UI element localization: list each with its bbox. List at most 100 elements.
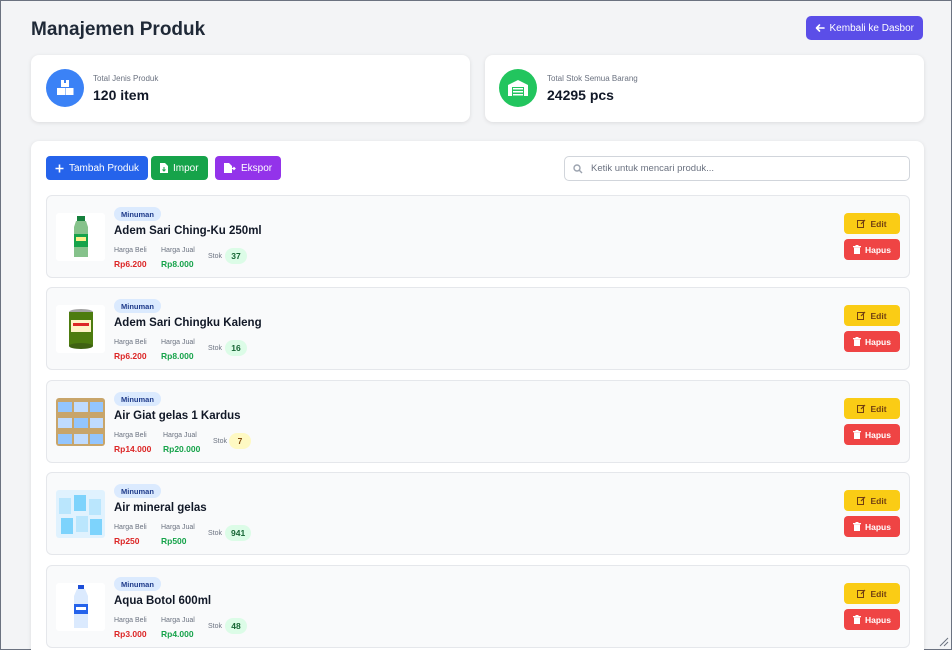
page-header: Manajemen Produk Kembali ke Dasbor (31, 16, 923, 43)
edit-label: Edit (870, 218, 887, 229)
sell-price: Rp4.000 (161, 629, 194, 639)
stock-label: Stok (213, 438, 228, 445)
warehouse-icon (499, 69, 537, 107)
stat-card-product-types: Total Jenis Produk 120 item (31, 55, 470, 122)
plus-icon (55, 164, 64, 172)
back-to-dashboard-button[interactable]: Kembali ke Dasbor (805, 16, 923, 40)
buy-price-label: Harga Beli (114, 339, 147, 346)
sell-price-label: Harga Jual (161, 524, 195, 531)
product-item: Minuman Adem Sari Chingku Kaleng Harga B… (46, 287, 910, 370)
buy-price-label: Harga Beli (114, 247, 147, 254)
trash-icon (853, 522, 861, 531)
stock-label: Stok (208, 530, 223, 537)
delete-label: Hapus (865, 521, 891, 532)
sell-price: Rp20.000 (163, 444, 201, 454)
trash-icon (853, 245, 861, 254)
edit-icon (857, 496, 866, 505)
product-name: Adem Sari Chingku Kaleng (114, 317, 262, 329)
search-icon (573, 163, 583, 173)
category-badge: Minuman (114, 484, 161, 498)
file-export-icon (224, 163, 236, 173)
stat-value: 24295 pcs (547, 87, 614, 103)
product-image (56, 398, 105, 446)
category-badge: Minuman (114, 299, 161, 313)
export-button[interactable]: Ekspor (215, 156, 282, 180)
delete-button[interactable]: Hapus (844, 331, 900, 352)
product-name: Aqua Botol 600ml (114, 595, 212, 607)
buy-price-label: Harga Beli (114, 524, 147, 531)
file-import-icon (160, 163, 168, 173)
edit-label: Edit (870, 403, 887, 414)
category-badge: Minuman (114, 577, 161, 591)
edit-button[interactable]: Edit (844, 583, 900, 604)
sell-price-label: Harga Jual (163, 432, 197, 439)
product-image (56, 213, 105, 261)
import-button[interactable]: Impor (151, 156, 208, 180)
stock-badge: 7 (229, 433, 251, 449)
edit-button[interactable]: Edit (844, 213, 900, 234)
resize-handle-icon[interactable] (939, 637, 949, 647)
product-list-card: Tambah Produk Impor Ekspor Minuman Adem … (31, 141, 924, 650)
edit-button[interactable]: Edit (844, 305, 900, 326)
trash-icon (853, 337, 861, 346)
sell-price: Rp500 (161, 536, 187, 546)
sell-price: Rp8.000 (161, 351, 194, 361)
category-badge: Minuman (114, 207, 161, 221)
buy-price: Rp6.200 (114, 351, 147, 361)
stock-label: Stok (208, 623, 223, 630)
product-name: Air Giat gelas 1 Kardus (114, 410, 241, 422)
stock-badge: 37 (225, 248, 247, 264)
buy-price: Rp14.000 (114, 444, 152, 454)
delete-button[interactable]: Hapus (844, 609, 900, 630)
add-product-label: Tambah Produk (69, 162, 140, 174)
edit-icon (857, 311, 866, 320)
stat-label: Total Stok Semua Barang (547, 74, 638, 83)
search-box (564, 156, 910, 181)
stat-value: 120 item (93, 87, 150, 103)
stock-badge: 941 (225, 525, 252, 541)
delete-button[interactable]: Hapus (844, 239, 900, 260)
edit-button[interactable]: Edit (844, 398, 900, 419)
product-item: Minuman Air Giat gelas 1 Kardus Harga Be… (46, 380, 910, 463)
delete-button[interactable]: Hapus (844, 424, 900, 445)
edit-label: Edit (870, 495, 887, 506)
sell-price-label: Harga Jual (161, 617, 195, 624)
sell-price-label: Harga Jual (161, 247, 195, 254)
export-label: Ekspor (241, 162, 273, 174)
buy-price: Rp3.000 (114, 629, 147, 639)
delete-button[interactable]: Hapus (844, 516, 900, 537)
buy-price: Rp250 (114, 536, 140, 546)
search-input[interactable] (591, 163, 891, 174)
stock-label: Stok (208, 345, 223, 352)
edit-button[interactable]: Edit (844, 490, 900, 511)
add-product-button[interactable]: Tambah Produk (46, 156, 149, 180)
stock-label: Stok (208, 253, 223, 260)
sell-price-label: Harga Jual (161, 339, 195, 346)
delete-label: Hapus (865, 429, 891, 440)
edit-icon (857, 404, 866, 413)
edit-icon (857, 589, 866, 598)
product-image (56, 583, 105, 631)
product-item: Minuman Air mineral gelas Harga Beli Har… (46, 472, 910, 555)
product-item: Minuman Adem Sari Ching-Ku 250ml Harga B… (46, 195, 910, 278)
trash-icon (853, 615, 861, 624)
delete-label: Hapus (865, 614, 891, 625)
arrow-left-icon (815, 24, 825, 32)
stat-label: Total Jenis Produk (93, 74, 159, 83)
stat-card-total-stock: Total Stok Semua Barang 24295 pcs (485, 55, 924, 122)
product-name: Air mineral gelas (114, 502, 207, 514)
product-item: Minuman Aqua Botol 600ml Harga Beli Harg… (46, 565, 910, 648)
edit-label: Edit (870, 588, 887, 599)
sell-price: Rp8.000 (161, 259, 194, 269)
buy-price: Rp6.200 (114, 259, 147, 269)
edit-icon (857, 219, 866, 228)
category-badge: Minuman (114, 392, 161, 406)
import-label: Impor (173, 162, 199, 174)
back-button-label: Kembali ke Dasbor (829, 22, 914, 34)
page-title: Manajemen Produk (31, 19, 206, 40)
delete-label: Hapus (865, 244, 891, 255)
stock-badge: 48 (225, 618, 247, 634)
buy-price-label: Harga Beli (114, 432, 147, 439)
edit-label: Edit (870, 310, 887, 321)
boxes-icon (46, 69, 84, 107)
